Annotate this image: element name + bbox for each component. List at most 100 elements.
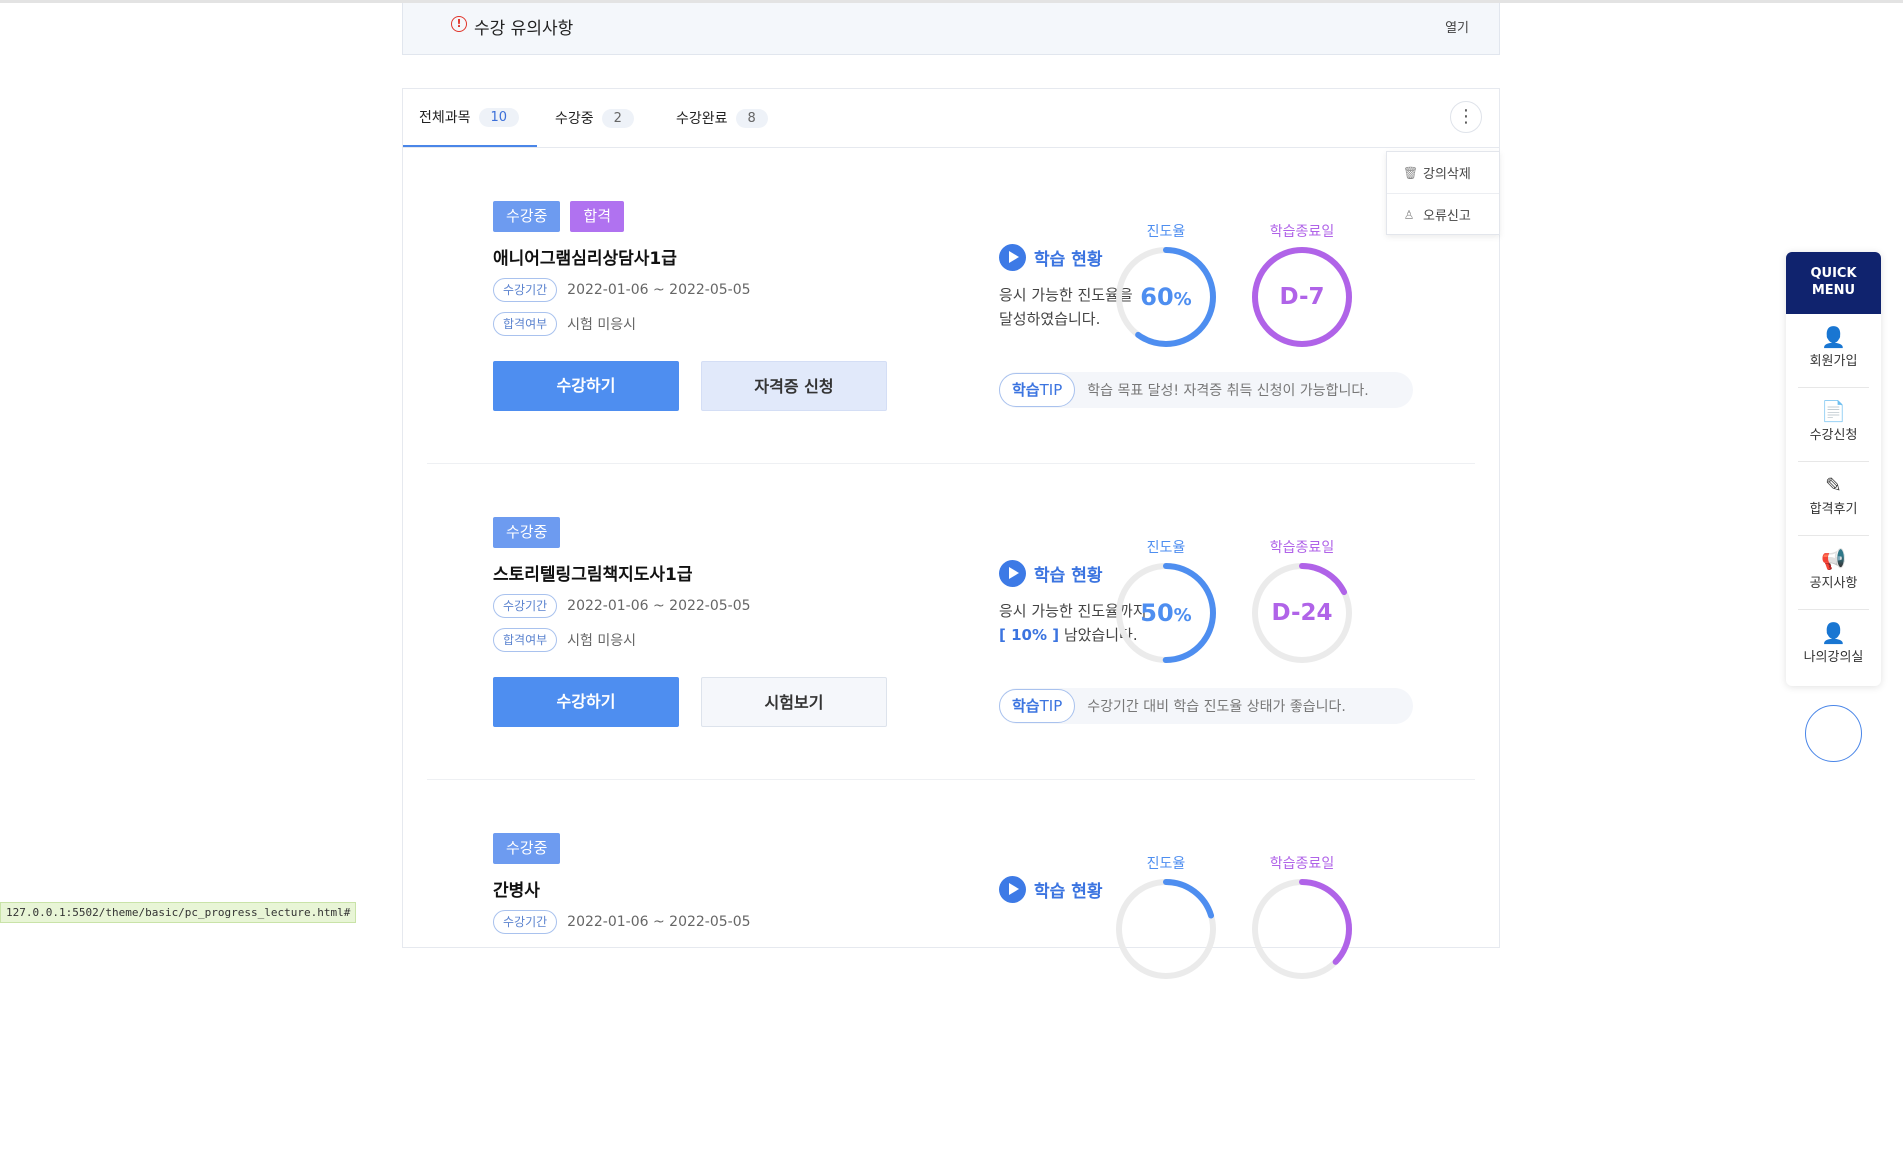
progress-label: 진도율 [1146,540,1186,556]
end-date-ring: D-24 [1250,561,1354,665]
study-status-header: 학습 현황 [999,876,1102,903]
result-value: 시험 미응시 [567,633,637,649]
progress-label: 진도율 [1146,224,1186,240]
study-status-message: 응시 가능한 진도율을 달성하였습니다. [999,283,1133,331]
quick-my-classroom[interactable]: 👤 나의강의실 [1798,610,1869,684]
study-status-title: 학습 현황 [1034,882,1103,902]
period-chip: 수강기간 [493,910,558,934]
period-value: 2022-01-06 ~ 2022-05-05 [567,598,751,614]
quick-signup[interactable]: 👤 회원가입 [1798,314,1869,388]
end-date-label: 학습종료일 [1269,540,1335,556]
course-card: 수강중 합격 애니어그램심리상담사1급 수강기간 2022-01-06 ~ 20… [403,201,1499,517]
study-tip: 학습TIP 학습 목표 달성! 자격증 취득 신청이 가능합니다. [999,372,1413,408]
options-dropdown: 🗑 강의삭제 ♙ 오류신고 [1386,151,1500,235]
tab-label: 수강완료 [676,111,728,127]
scroll-top-button[interactable] [1805,705,1862,762]
end-date-label: 학습종료일 [1269,224,1335,240]
quick-item-label: 회원가입 [1809,354,1858,369]
study-status-header: 학습 현황 [999,244,1102,271]
quick-menu: QUICK MENU 👤 회원가입 📄 수강신청 ✎ 합격후기 📢 공지사항 👤… [1786,252,1881,686]
study-button[interactable]: 수강하기 [493,361,679,411]
badge-group: 수강중 [493,517,561,548]
quick-item-label: 합격후기 [1809,502,1858,517]
delete-lecture-item[interactable]: 🗑 강의삭제 [1387,152,1499,193]
quick-item-label: 공지사항 [1809,576,1858,591]
tab-count: 10 [478,107,520,127]
message-line: 응시 가능한 진도율을 [999,286,1133,304]
user-plus-icon: 👤 [1821,325,1846,349]
document-search-icon: 📄 [1821,399,1846,423]
pass-badge: 합격 [570,201,625,232]
certificate-apply-button[interactable]: 자격증 신청 [701,361,887,411]
message-highlight: [ 10% ] [999,626,1060,644]
end-date-label: 학습종료일 [1269,856,1335,872]
study-status-header: 학습 현황 [999,560,1102,587]
result-row: 합격여부 시험 미응시 [493,628,636,652]
course-card: 수강중 스토리텔링그림책지도사1급 수강기간 2022-01-06 ~ 2022… [403,517,1499,833]
quick-enroll[interactable]: 📄 수강신청 [1798,388,1869,462]
period-row: 수강기간 2022-01-06 ~ 2022-05-05 [493,278,751,302]
end-date-ring: D-7 [1250,245,1354,349]
tab-count: 2 [601,108,634,128]
trash-icon: 🗑 [1403,165,1419,180]
quick-notices[interactable]: 📢 공지사항 [1798,536,1869,610]
status-badge: 수강중 [493,833,561,864]
divider [427,779,1475,780]
notice-open-link[interactable]: 열기 [1445,17,1469,36]
progress-value: 50% [1140,599,1192,627]
study-status-title: 학습 현황 [1034,566,1103,586]
course-tabs: 전체과목 10 수강중 2 수강완료 8 ⋮ [403,89,1499,148]
study-tip: 학습TIP 수강기간 대비 학습 진도율 상태가 좋습니다. [999,688,1413,724]
progress-label: 진도율 [1146,856,1186,872]
quick-menu-title: QUICK [1810,266,1857,281]
tip-chip: 학습TIP [999,373,1076,407]
status-badge: 수강중 [493,517,561,548]
quick-menu-title: MENU [1811,283,1856,298]
tab-all[interactable]: 전체과목 10 [403,89,537,147]
end-date-ring [1250,877,1354,981]
progress-ring: 50% [1114,561,1218,665]
badge-group: 수강중 합격 [493,201,625,232]
result-chip: 합격여부 [493,628,558,652]
notice-bar[interactable]: ! 수강 유의사항 열기 [402,3,1500,55]
my-user-icon: 👤 [1821,621,1846,645]
course-title: 스토리텔링그림책지도사1급 [493,565,693,585]
siren-icon: ♙ [1403,207,1415,222]
play-icon [999,876,1026,903]
report-error-item[interactable]: ♙ 오류신고 [1387,193,1499,235]
course-panel: 전체과목 10 수강중 2 수강완료 8 ⋮ 수강중 합격 애니어그램심리상담사… [402,88,1500,979]
progress-value: 60% [1140,283,1192,311]
status-badge: 수강중 [493,201,561,232]
dday-value: D-24 [1271,600,1333,626]
quick-item-label: 나의강의실 [1803,650,1864,665]
period-row: 수강기간 2022-01-06 ~ 2022-05-05 [493,594,751,618]
study-button[interactable]: 수강하기 [493,677,679,727]
dday-value: D-7 [1279,284,1325,310]
play-icon [999,560,1026,587]
course-title: 애니어그램심리상담사1급 [493,249,677,269]
info-icon: ! [451,16,467,32]
notice-title: 수강 유의사항 [474,19,574,39]
tab-count: 8 [735,108,768,128]
report-error-label: 오류신고 [1423,209,1471,224]
quick-item-label: 수강신청 [1809,428,1858,443]
more-options-button[interactable]: ⋮ [1450,101,1482,133]
period-value: 2022-01-06 ~ 2022-05-05 [567,282,751,298]
result-row: 합격여부 시험 미응시 [493,312,636,336]
tab-in-progress[interactable]: 수강중 2 [555,89,634,147]
pencil-icon: ✎ [1825,473,1842,497]
period-chip: 수강기간 [493,594,558,618]
quick-reviews[interactable]: ✎ 합격후기 [1798,462,1869,536]
tab-label: 전체과목 [419,110,471,126]
badge-group: 수강중 [493,833,561,864]
progress-ring: 60% [1114,245,1218,349]
study-status-title: 학습 현황 [1034,250,1103,270]
result-chip: 합격여부 [493,312,558,336]
delete-lecture-label: 강의삭제 [1423,167,1471,182]
progress-ring [1114,877,1218,981]
tip-chip: 학습TIP [999,689,1076,723]
period-value: 2022-01-06 ~ 2022-05-05 [567,914,751,930]
tab-completed[interactable]: 수강완료 8 [676,89,768,147]
take-exam-button[interactable]: 시험보기 [701,677,887,727]
megaphone-icon: 📢 [1821,547,1846,571]
